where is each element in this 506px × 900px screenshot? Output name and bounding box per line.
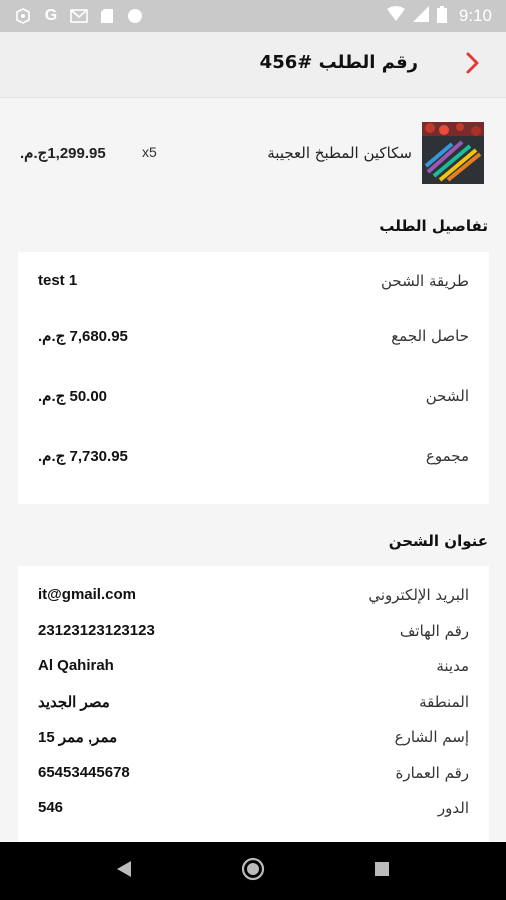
- detail-row-subtotal: حاصل الجمع 7,680.95 ج.م.: [18, 327, 489, 351]
- product-image: [422, 122, 484, 184]
- system-nav-bar: [0, 842, 506, 900]
- product-name: سكاكين المطبخ العجيبة: [267, 144, 412, 162]
- detail-value: 7,730.95 ج.م.: [38, 448, 128, 465]
- detail-label: حاصل الجمع: [391, 327, 469, 345]
- detail-label: مجموع: [425, 447, 469, 465]
- square-recents-icon: [374, 861, 390, 881]
- circle-icon: [126, 7, 144, 25]
- address-label: رقم الهاتف: [399, 622, 469, 640]
- battery-icon: [436, 5, 447, 27]
- address-row-area: المنطقة مصر الجديد: [18, 693, 489, 717]
- wifi-icon: [386, 6, 405, 26]
- address-row-phone: رقم الهاتف 23123123123123: [18, 622, 489, 646]
- address-row-building: رقم العمارة 65453445678: [18, 764, 489, 788]
- nav-recents-button[interactable]: [362, 851, 402, 891]
- address-value: 65453445678: [38, 764, 130, 781]
- chevron-right-icon: [466, 52, 480, 78]
- address-row-city: مدينة Al Qahirah: [18, 657, 489, 681]
- android-icon: [14, 7, 32, 25]
- order-item[interactable]: سكاكين المطبخ العجيبة x5 1,299.95ج.م.: [0, 108, 506, 200]
- nav-home-button[interactable]: [233, 851, 273, 891]
- address-value: 15 ممر, ممر: [38, 729, 118, 746]
- detail-row-shipping: الشحن 50.00 ج.م.: [18, 387, 489, 411]
- status-bar: G 9:10: [0, 0, 506, 32]
- shipping-address-card: البريد الإلكتروني it@gmail.com رقم الهات…: [18, 566, 489, 842]
- address-value: مصر الجديد: [38, 694, 110, 711]
- order-details-card: طريقة الشحن test 1 حاصل الجمع 7,680.95 ج…: [18, 252, 489, 504]
- triangle-back-icon: [116, 860, 132, 882]
- address-label: مدينة: [436, 657, 469, 675]
- detail-label: طريقة الشحن: [380, 272, 469, 290]
- address-label: البريد الإلكتروني: [368, 586, 469, 604]
- detail-value: test 1: [38, 272, 78, 289]
- order-details-title: تفاصيل الطلب: [379, 217, 488, 235]
- address-label: رقم العمارة: [395, 764, 469, 782]
- address-value: it@gmail.com: [38, 586, 136, 603]
- detail-value: 50.00 ج.م.: [38, 388, 108, 405]
- app-bar: رقم الطلب #456: [0, 32, 506, 98]
- address-value: 546: [38, 799, 64, 816]
- address-label: إسم الشارع: [394, 728, 469, 746]
- shipping-address-title: عنوان الشحن: [388, 532, 488, 550]
- home-circle-icon: [241, 857, 265, 885]
- address-value: Al Qahirah: [38, 657, 114, 674]
- detail-row-total: مجموع 7,730.95 ج.م.: [18, 447, 489, 471]
- gmail-icon: [70, 7, 88, 25]
- product-price: 1,299.95ج.م.: [20, 145, 106, 162]
- address-label: المنطقة: [419, 693, 469, 711]
- address-row-email: البريد الإلكتروني it@gmail.com: [18, 586, 489, 610]
- page-title: رقم الطلب #456: [259, 52, 418, 73]
- back-button[interactable]: [458, 50, 488, 80]
- sim-icon: [98, 7, 116, 25]
- address-value: 23123123123123: [38, 622, 155, 639]
- clock: 9:10: [458, 6, 492, 25]
- google-icon: G: [44, 7, 58, 24]
- detail-value: 7,680.95 ج.م.: [38, 328, 128, 345]
- address-row-floor: الدور 546: [18, 799, 489, 823]
- address-row-street: إسم الشارع 15 ممر, ممر: [18, 728, 489, 752]
- product-quantity: x5: [142, 144, 157, 160]
- address-label: الدور: [437, 799, 469, 817]
- detail-row-shipping-method: طريقة الشحن test 1: [18, 272, 489, 296]
- signal-icon: [412, 6, 429, 26]
- nav-back-button[interactable]: [104, 851, 144, 891]
- detail-label: الشحن: [425, 387, 469, 405]
